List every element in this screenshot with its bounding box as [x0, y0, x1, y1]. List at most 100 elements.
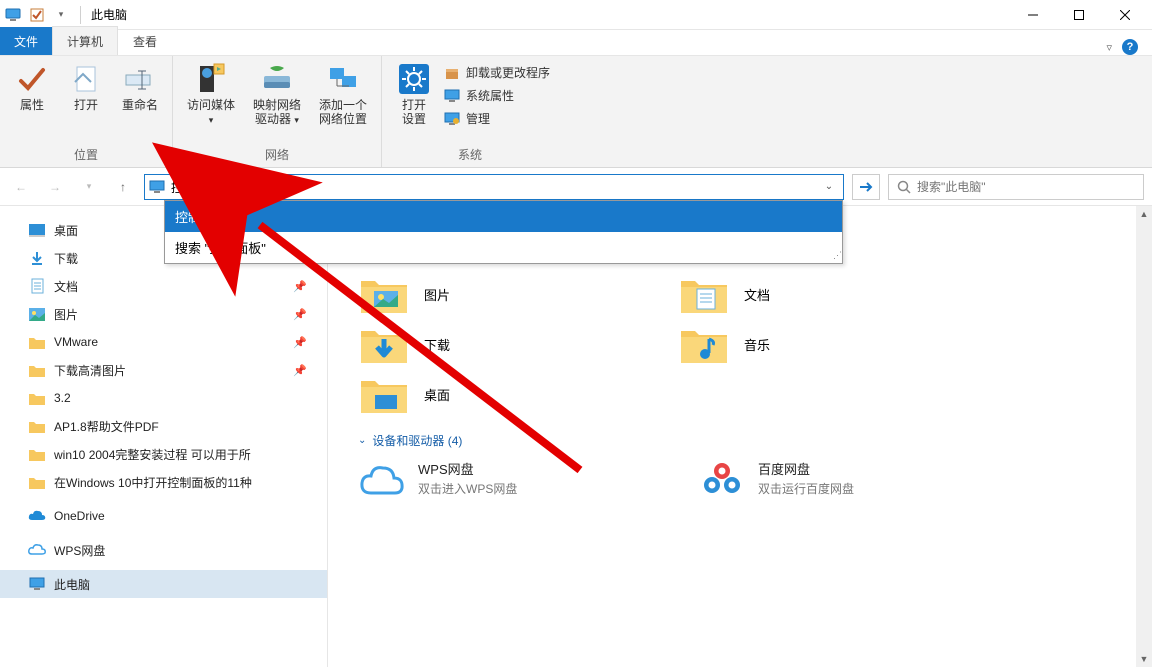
address-dropdown-icon[interactable]: ⌄ — [819, 181, 839, 192]
uninstall-programs-button[interactable]: 卸载或更改程序 — [444, 64, 550, 81]
tree-item-documents[interactable]: 文档📌 — [0, 272, 327, 300]
map-drive-button[interactable]: 映射网络 驱动器 ▾ — [247, 60, 307, 127]
window-title: 此电脑 — [91, 6, 127, 23]
open-settings-button[interactable]: 打开 设置 — [390, 60, 438, 126]
tree-item-onedrive[interactable]: OneDrive — [0, 502, 327, 530]
group-label-system: 系统 — [390, 144, 550, 165]
map-drive-icon — [260, 62, 294, 96]
scroll-up-icon[interactable]: ▲ — [1136, 206, 1152, 222]
address-input[interactable] — [171, 179, 813, 194]
folder-documents[interactable]: 文档 — [678, 272, 928, 316]
titlebar: ▾ 此电脑 — [0, 0, 1152, 30]
folder-desktop-icon — [358, 372, 410, 416]
back-button[interactable]: ← — [8, 174, 34, 200]
drive-subtitle: 双击运行百度网盘 — [758, 480, 854, 497]
download-icon — [28, 249, 46, 267]
forward-button[interactable]: → — [42, 174, 68, 200]
manage-label: 管理 — [466, 110, 490, 127]
access-media-button[interactable]: 访问媒体▾ — [181, 60, 241, 127]
tree-item-this-pc[interactable]: 此电脑 — [0, 570, 327, 598]
system-properties-button[interactable]: 系统属性 — [444, 87, 550, 104]
separator — [80, 6, 81, 24]
tree-item-folder[interactable]: 下载高清图片 📌 — [0, 356, 327, 384]
help-icon[interactable]: ? — [1122, 39, 1138, 55]
drive-wps[interactable]: WPS网盘双击进入WPS网盘 — [358, 459, 628, 503]
system-props-label: 系统属性 — [466, 87, 514, 104]
folder-icon — [28, 417, 46, 435]
address-bar-wrap: ⌄ 控制面板 搜索 "控制面板" ⋰ — [144, 174, 844, 200]
tree-label: 下载 — [54, 250, 78, 267]
properties-button[interactable]: 属性 — [8, 60, 56, 112]
section-drives[interactable]: ⌄ 设备和驱动器 (4) — [358, 432, 1152, 449]
check-icon — [15, 62, 49, 96]
minimize-button[interactable] — [1010, 0, 1056, 30]
tab-computer[interactable]: 计算机 — [52, 26, 118, 55]
suggestion-item[interactable]: 搜索 "控制面板" — [165, 232, 842, 263]
ribbon-tabs: 文件 计算机 查看 ▿ ? — [0, 30, 1152, 56]
tree-item-wps[interactable]: WPS网盘 — [0, 536, 327, 564]
manage-button[interactable]: 管理 — [444, 110, 550, 127]
tree-item-folder[interactable]: win10 2004完整安装过程 可以用于所 — [0, 440, 327, 468]
tree-item-folder[interactable]: 在Windows 10中打开控制面板的11种 — [0, 468, 327, 496]
close-button[interactable] — [1102, 0, 1148, 30]
folder-pictures[interactable]: 图片 — [358, 272, 608, 316]
tree-label: 下载高清图片 — [54, 362, 126, 379]
tab-file[interactable]: 文件 — [0, 27, 52, 55]
uninstall-label: 卸载或更改程序 — [466, 64, 550, 81]
folder-label: 文档 — [744, 285, 770, 304]
search-input[interactable] — [917, 180, 1135, 194]
navbar: ← → ▾ ↑ ⌄ 控制面板 搜索 "控制面板" ⋰ — [0, 168, 1152, 206]
tree-item-folder[interactable]: VMware 📌 — [0, 328, 327, 356]
folder-label: 图片 — [424, 285, 450, 304]
maximize-button[interactable] — [1056, 0, 1102, 30]
tab-view[interactable]: 查看 — [118, 26, 172, 55]
tree-label: VMware — [54, 335, 98, 349]
qat-dropdown-icon[interactable]: ▾ — [52, 6, 70, 24]
tree-item-folder[interactable]: 3.2 — [0, 384, 327, 412]
pc-icon — [149, 180, 165, 194]
address-bar[interactable]: ⌄ — [144, 174, 844, 200]
checkbox-icon[interactable] — [28, 6, 46, 24]
map-drive-label: 映射网络 驱动器 ▾ — [253, 98, 301, 127]
open-icon — [69, 62, 103, 96]
folder-label: 音乐 — [744, 335, 770, 354]
folder-download-icon — [358, 322, 410, 366]
drive-baidu[interactable]: 百度网盘双击运行百度网盘 — [698, 459, 968, 503]
recent-dropdown[interactable]: ▾ — [76, 174, 102, 200]
section-label: 设备和驱动器 (4) — [372, 432, 462, 449]
vertical-scrollbar[interactable]: ▲ ▼ — [1136, 206, 1152, 667]
media-server-icon — [194, 62, 228, 96]
scroll-down-icon[interactable]: ▼ — [1136, 651, 1152, 667]
quick-access-toolbar: ▾ — [4, 6, 85, 24]
go-button[interactable] — [852, 174, 880, 200]
tree-label: 3.2 — [54, 391, 71, 405]
rename-label: 重命名 — [122, 98, 158, 112]
folder-desktop[interactable]: 桌面 — [358, 372, 608, 416]
wps-cloud-icon — [358, 459, 406, 503]
folder-label: 下载 — [424, 335, 450, 354]
explorer-body: 桌面 下载 文档📌 图片📌 VMware 📌 下载高清图片 📌 3.2 AP1.8帮… — [0, 206, 1152, 667]
ribbon-group-system: 打开 设置 卸载或更改程序 系统属性 管理 系统 — [382, 56, 558, 167]
pin-icon: 📌 — [293, 336, 307, 349]
resize-grip-icon[interactable]: ⋰ — [833, 250, 840, 261]
tree-label: 在Windows 10中打开控制面板的11种 — [54, 474, 252, 491]
tree-label: 桌面 — [54, 222, 78, 239]
folder-music[interactable]: 音乐 — [678, 322, 928, 366]
nav-tree: 桌面 下载 文档📌 图片📌 VMware 📌 下载高清图片 📌 3.2 AP1.8帮… — [0, 206, 328, 667]
tree-item-folder[interactable]: AP1.8帮助文件PDF — [0, 412, 327, 440]
drive-name: WPS网盘 — [418, 459, 517, 478]
cloud-icon — [28, 541, 46, 559]
up-button[interactable]: ↑ — [110, 174, 136, 200]
access-media-label: 访问媒体▾ — [187, 98, 235, 127]
rename-button[interactable]: 重命名 — [116, 60, 164, 112]
tree-item-pictures[interactable]: 图片📌 — [0, 300, 327, 328]
drive-name: 百度网盘 — [758, 459, 854, 478]
search-box[interactable] — [888, 174, 1144, 200]
add-network-button[interactable]: 添加一个 网络位置 — [313, 60, 373, 126]
collapse-ribbon-icon[interactable]: ▿ — [1106, 41, 1112, 54]
tree-label: OneDrive — [54, 509, 105, 523]
open-button[interactable]: 打开 — [62, 60, 110, 112]
folder-download[interactable]: 下载 — [358, 322, 608, 366]
suggestion-item[interactable]: 控制面板 — [165, 201, 842, 232]
pin-icon: 📌 — [293, 364, 307, 377]
